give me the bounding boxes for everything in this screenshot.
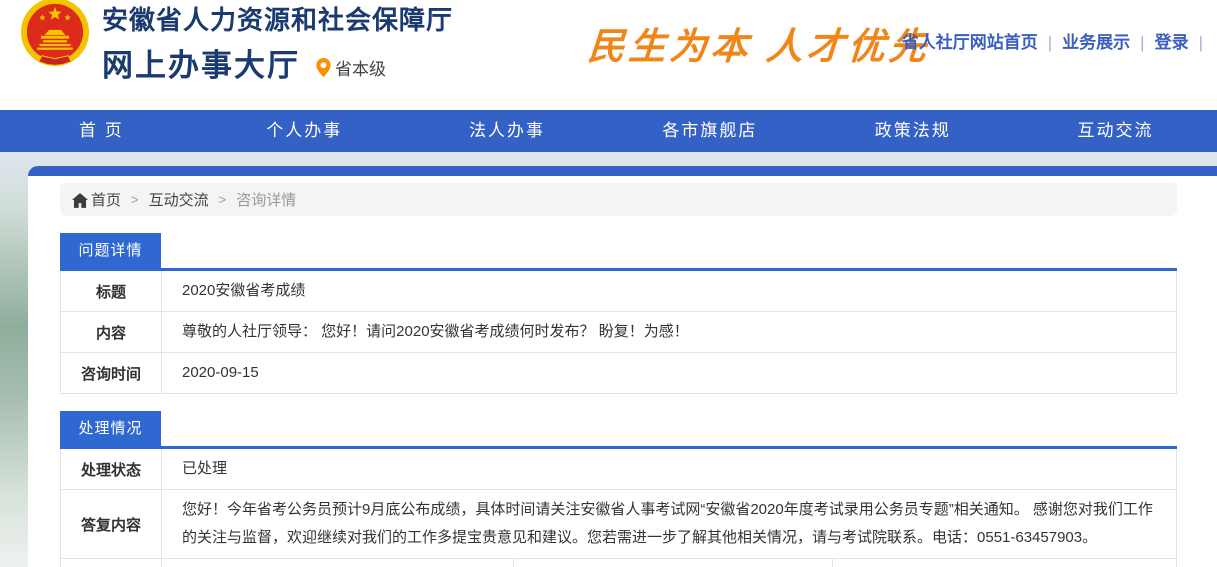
reply-time-label: 答复时间 xyxy=(513,559,833,567)
breadcrumb: 首页 > 互动交流 > 咨询详情 xyxy=(60,183,1177,216)
breadcrumb-home[interactable]: 首页 xyxy=(91,189,121,210)
table-row-title: 标题 2020安徽省考成绩 xyxy=(61,271,1176,312)
link-separator: | xyxy=(1048,33,1052,52)
table-row-content: 内容 尊敬的人社厅领导： 您好！请问2020安徽省考成绩何时发布？ 盼复！为感！ xyxy=(61,312,1176,353)
nav-item-home[interactable]: 首 页 xyxy=(0,110,203,152)
row-value: 2020-09-15 xyxy=(162,353,1176,393)
nav-item-interaction[interactable]: 互动交流 xyxy=(1014,110,1217,152)
nav-item-policy[interactable]: 政策法规 xyxy=(811,110,1014,152)
reply-time-value: 2020-09-17 11:41:47 xyxy=(833,559,1176,567)
nav-item-personal[interactable]: 个人办事 xyxy=(203,110,406,152)
dept-label: 受理部门 xyxy=(61,559,162,567)
question-table: 标题 2020安徽省考成绩 内容 尊敬的人社厅领导： 您好！请问2020安徽省考… xyxy=(60,271,1177,394)
main-nav: 首 页 个人办事 法人办事 各市旗舰店 政策法规 互动交流 xyxy=(0,110,1217,152)
home-icon xyxy=(72,193,88,208)
page-background: 首页 > 互动交流 > 咨询详情 问题详情 标题 2020安徽省考成绩 内容 尊… xyxy=(0,152,1217,567)
national-emblem-icon xyxy=(18,0,92,72)
row-value: 2020安徽省考成绩 xyxy=(162,271,1176,311)
row-label: 内容 xyxy=(61,312,162,352)
nav-item-corporate[interactable]: 法人办事 xyxy=(406,110,609,152)
site-titles: 安徽省人力资源和社会保障厅 网上办事大厅 省本级 xyxy=(102,2,453,85)
breadcrumb-separator: > xyxy=(131,192,139,207)
table-row-reply: 答复内容 您好！今年省考公务员预计9月底公布成绩，具体时间请关注安徽省人事考试网… xyxy=(61,490,1176,559)
row-label: 标题 xyxy=(61,271,162,311)
header-link-business[interactable]: 业务展示 xyxy=(1062,33,1130,52)
region-label: 省本级 xyxy=(335,55,386,80)
breadcrumb-separator: > xyxy=(219,192,227,207)
table-row-ask-time: 咨询时间 2020-09-15 xyxy=(61,353,1176,394)
row-label: 答复内容 xyxy=(61,490,162,558)
row-label: 咨询时间 xyxy=(61,353,162,393)
org-name: 安徽省人力资源和社会保障厅 xyxy=(102,2,453,38)
link-separator: | xyxy=(1199,33,1203,52)
header-link-login[interactable]: 登录 xyxy=(1155,33,1189,52)
dept-value: 省人事考试院 xyxy=(162,559,513,567)
breadcrumb-current: 咨询详情 xyxy=(236,189,296,210)
status-value: 已处理 xyxy=(162,449,1176,489)
handling-table: 处理状态 已处理 答复内容 您好！今年省考公务员预计9月底公布成绩，具体时间请关… xyxy=(60,449,1177,567)
link-separator: | xyxy=(1140,33,1144,52)
hall-name: 网上办事大厅 xyxy=(102,40,300,85)
nav-item-city-stores[interactable]: 各市旗舰店 xyxy=(608,110,811,152)
location-pin-icon xyxy=(316,58,331,77)
breadcrumb-item-interaction[interactable]: 互动交流 xyxy=(149,189,209,210)
region-selector[interactable]: 省本级 xyxy=(316,55,386,80)
table-row-dept-time: 受理部门 省人事考试院 答复时间 2020-09-17 11:41:47 xyxy=(61,559,1176,567)
reply-content: 您好！今年省考公务员预计9月底公布成绩，具体时间请关注安徽省人事考试网“安徽省2… xyxy=(162,490,1176,558)
section-tab-question: 问题详情 xyxy=(60,233,161,268)
panel-top-bar xyxy=(28,166,1217,176)
header-link-site-home[interactable]: 省人社厅网站首页 xyxy=(902,33,1038,52)
brand: 安徽省人力资源和社会保障厅 网上办事大厅 省本级 xyxy=(18,2,453,85)
slogan-calligraphy: 民生为本 人才优先 xyxy=(586,16,932,70)
row-label: 处理状态 xyxy=(61,449,162,489)
content-panel: 首页 > 互动交流 > 咨询详情 问题详情 标题 2020安徽省考成绩 内容 尊… xyxy=(28,166,1217,567)
row-value: 尊敬的人社厅领导： 您好！请问2020安徽省考成绩何时发布？ 盼复！为感！ xyxy=(162,312,1176,352)
header-links: 省人社厅网站首页 | 业务展示 | 登录 | xyxy=(902,28,1213,53)
table-row-status: 处理状态 已处理 xyxy=(61,449,1176,490)
section-tab-handling: 处理情况 xyxy=(60,411,161,446)
site-header: 安徽省人力资源和社会保障厅 网上办事大厅 省本级 民生为本 人才优先 省人社厅网… xyxy=(0,0,1217,110)
